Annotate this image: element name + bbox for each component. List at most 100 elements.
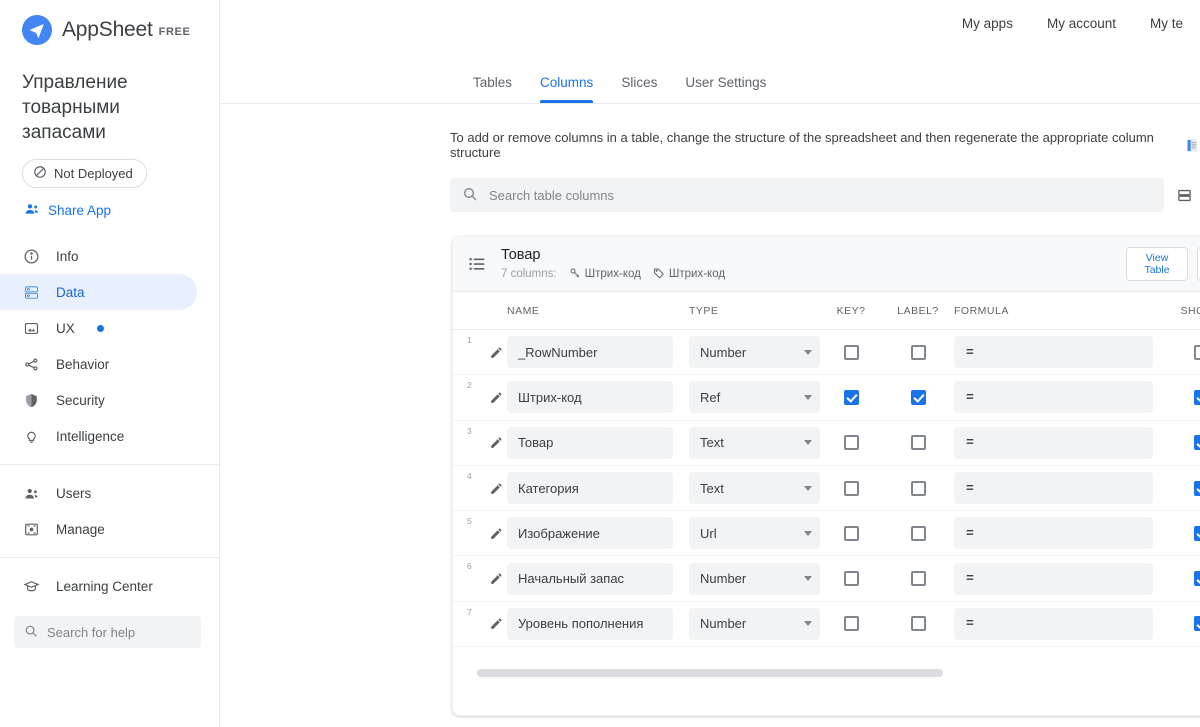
- view-table-label-2: Table: [1144, 264, 1170, 276]
- nav-link-my-account[interactable]: My account: [1030, 16, 1133, 31]
- show-checkbox[interactable]: [1165, 480, 1200, 496]
- help-search-input[interactable]: Search for help: [14, 616, 201, 648]
- show-checkbox[interactable]: [1165, 571, 1200, 587]
- column-name-input[interactable]: Изображение: [507, 517, 673, 550]
- horizontal-scrollbar[interactable]: [477, 669, 943, 678]
- show-checkbox[interactable]: [1165, 344, 1200, 360]
- sidebar-divider-2: [0, 557, 219, 558]
- key-checkbox[interactable]: [820, 616, 882, 632]
- status-badge-not-deployed[interactable]: Not Deployed: [22, 159, 147, 188]
- column-type-select[interactable]: Url: [689, 517, 820, 550]
- edit-column-icon[interactable]: [485, 526, 507, 541]
- search-icon: [462, 186, 478, 205]
- table-row: 6 Начальный запас Number =: [453, 556, 1200, 602]
- column-name-input[interactable]: Штрих-код: [507, 381, 673, 414]
- column-name-input[interactable]: Категория: [507, 472, 673, 505]
- label-checkbox[interactable]: [882, 344, 954, 360]
- image-icon: [22, 319, 40, 337]
- edit-column-icon[interactable]: [485, 345, 507, 360]
- tab-columns[interactable]: Columns: [526, 75, 607, 103]
- list-icon[interactable]: [467, 254, 489, 274]
- key-checkbox[interactable]: [820, 480, 882, 496]
- nav-link-my-team[interactable]: My te: [1133, 16, 1200, 31]
- card-header: Товар 7 columns: Штрих-код Штрих-код Vie…: [453, 237, 1200, 292]
- layout-rows-icon[interactable]: [1169, 178, 1200, 212]
- status-badge-label: Not Deployed: [54, 166, 133, 181]
- edit-column-icon[interactable]: [485, 390, 507, 405]
- search-input[interactable]: Search table columns: [450, 178, 1165, 212]
- book-icon[interactable]: [1185, 138, 1200, 153]
- sidebar-item-ux[interactable]: UX: [0, 310, 197, 346]
- edit-column-icon[interactable]: [485, 435, 507, 450]
- formula-input[interactable]: =: [954, 381, 1153, 414]
- formula-input[interactable]: =: [954, 336, 1153, 369]
- sidebar-item-manage[interactable]: Manage: [0, 511, 197, 547]
- graduation-cap-icon: [22, 577, 40, 595]
- row-number: 7: [467, 606, 472, 617]
- column-type-select[interactable]: Text: [689, 426, 820, 459]
- show-checkbox[interactable]: [1165, 435, 1200, 451]
- key-checkbox[interactable]: [820, 525, 882, 541]
- column-name-input[interactable]: Уровень пополнения: [507, 607, 673, 640]
- sidebar-nav: Info Data UX Behavior Security Intellige…: [0, 238, 219, 648]
- edit-column-icon[interactable]: [485, 481, 507, 496]
- show-checkbox[interactable]: [1165, 525, 1200, 541]
- edit-column-icon[interactable]: [485, 571, 507, 586]
- column-name-input[interactable]: Начальный запас: [507, 562, 673, 595]
- show-checkbox[interactable]: [1165, 389, 1200, 405]
- column-type-select[interactable]: Number: [689, 336, 820, 369]
- formula-input[interactable]: =: [954, 472, 1153, 505]
- chevron-down-icon: [804, 349, 812, 355]
- label-checkbox[interactable]: [882, 480, 954, 496]
- tab-user-settings[interactable]: User Settings: [671, 75, 780, 103]
- header-key: KEY?: [836, 304, 866, 317]
- key-checkbox[interactable]: [820, 389, 882, 405]
- column-type-select[interactable]: Text: [689, 472, 820, 505]
- label-checkbox[interactable]: [882, 525, 954, 541]
- brand-plan-badge: FREE: [158, 26, 191, 38]
- row-number: 3: [467, 425, 472, 436]
- column-type-select[interactable]: Number: [689, 562, 820, 595]
- brand-header[interactable]: AppSheet FREE: [0, 0, 219, 48]
- column-type-select[interactable]: Ref: [689, 381, 820, 414]
- share-people-icon: [24, 201, 40, 220]
- tab-slices[interactable]: Slices: [607, 75, 671, 103]
- table-row: 1 _RowNumber Number =: [453, 330, 1200, 376]
- sidebar-item-data[interactable]: Data: [0, 274, 197, 310]
- label-checkbox[interactable]: [882, 389, 954, 405]
- sidebar-item-learning-center[interactable]: Learning Center: [0, 568, 197, 604]
- app-status-group: Not Deployed Share App: [0, 145, 219, 220]
- sidebar-item-info[interactable]: Info: [0, 238, 197, 274]
- formula-input[interactable]: =: [954, 517, 1153, 550]
- column-type-select[interactable]: Number: [689, 607, 820, 640]
- sidebar-item-label: Intelligence: [56, 428, 125, 444]
- sidebar-item-users[interactable]: Users: [0, 475, 197, 511]
- sidebar-item-security[interactable]: Security: [0, 382, 197, 418]
- label-checkbox[interactable]: [882, 435, 954, 451]
- sidebar-item-behavior[interactable]: Behavior: [0, 346, 197, 382]
- formula-input[interactable]: =: [954, 607, 1153, 640]
- chevron-down-icon: [804, 440, 812, 446]
- row-number: 5: [467, 516, 472, 527]
- nav-link-my-apps[interactable]: My apps: [945, 16, 1030, 31]
- key-checkbox[interactable]: [820, 435, 882, 451]
- column-name-input[interactable]: _RowNumber: [507, 336, 673, 369]
- column-name-input[interactable]: Товар: [507, 426, 673, 459]
- ux-notification-dot: [96, 324, 104, 332]
- share-app-button[interactable]: Share App: [22, 201, 219, 220]
- chevron-down-icon: [804, 621, 812, 627]
- tab-tables[interactable]: Tables: [459, 75, 526, 103]
- sidebar-item-intelligence[interactable]: Intelligence: [0, 418, 197, 454]
- table-meta: 7 columns: Штрих-код Штрих-код: [501, 267, 1126, 282]
- view-table-button[interactable]: View Table: [1126, 247, 1188, 281]
- key-checkbox[interactable]: [820, 571, 882, 587]
- formula-input[interactable]: =: [954, 562, 1153, 595]
- formula-input[interactable]: =: [954, 426, 1153, 459]
- label-checkbox[interactable]: [882, 616, 954, 632]
- view-table-label-1: View: [1145, 251, 1169, 264]
- edit-column-icon[interactable]: [485, 616, 507, 631]
- key-checkbox[interactable]: [820, 344, 882, 360]
- label-checkbox[interactable]: [882, 571, 954, 587]
- show-checkbox[interactable]: [1165, 616, 1200, 632]
- search-icon: [24, 624, 38, 641]
